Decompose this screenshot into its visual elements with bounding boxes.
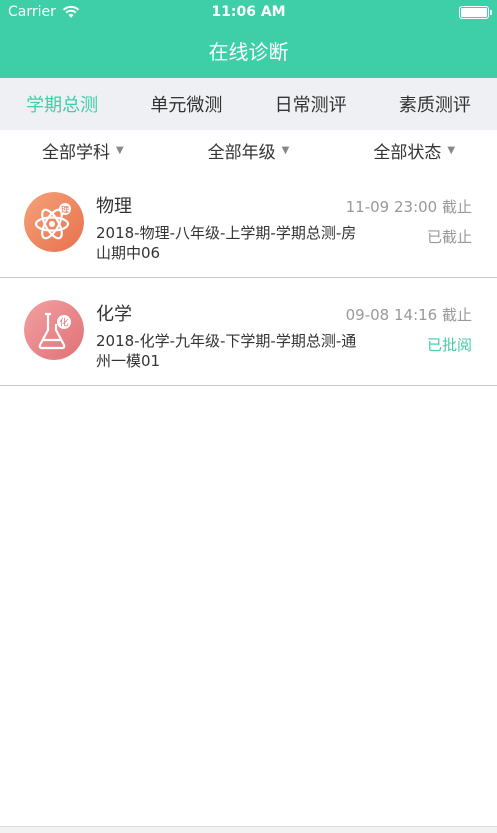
- flask-icon: 化: [24, 300, 84, 360]
- bottom-divider: [0, 826, 497, 833]
- filter-grade-label: 全部年级: [207, 142, 276, 163]
- item-name: 2018-化学-九年级-下学期-学期总测-通州一模01: [96, 332, 357, 370]
- list-item[interactable]: 理 物理 11-09 23:00 截止 2018-物理-八年级-上学期-学期总测…: [0, 170, 497, 278]
- svg-text:化: 化: [59, 317, 68, 329]
- battery-icon: [459, 6, 492, 19]
- list-item[interactable]: 化 化学 09-08 14:16 截止 2018-化学-九年级-下学期-学期总测…: [0, 278, 497, 386]
- filter-status-label: 全部状态: [373, 142, 442, 163]
- page-title: 在线诊断: [208, 40, 289, 64]
- item-name: 2018-物理-八年级-上学期-学期总测-房山期中06: [96, 224, 357, 262]
- item-subject: 化学: [96, 304, 132, 325]
- tab-unit-test[interactable]: 单元微测: [124, 78, 248, 130]
- item-deadline: 09-08 14:16 截止: [345, 306, 472, 324]
- svg-text:理: 理: [61, 206, 69, 215]
- filter-status[interactable]: 全部状态 ▼: [331, 130, 497, 170]
- category-tabs: 学期总测 单元微测 日常测评 素质测评: [0, 78, 497, 130]
- caret-down-icon: ▼: [115, 144, 124, 156]
- filter-subject-label: 全部学科: [41, 142, 110, 163]
- filter-subject[interactable]: 全部学科 ▼: [0, 130, 166, 170]
- status-time: 11:06 AM: [211, 4, 286, 20]
- caret-down-icon: ▼: [447, 144, 456, 156]
- app-header: Carrier 11:06 AM 在线诊断: [0, 0, 497, 78]
- tab-daily-test[interactable]: 日常测评: [249, 78, 373, 130]
- caret-down-icon: ▼: [281, 144, 290, 156]
- item-subject: 物理: [96, 196, 132, 217]
- tab-quality-test[interactable]: 素质测评: [373, 78, 497, 130]
- atom-icon: 理: [24, 192, 84, 252]
- test-list: 理 物理 11-09 23:00 截止 2018-物理-八年级-上学期-学期总测…: [0, 170, 497, 386]
- item-status: 已截止: [426, 228, 472, 246]
- item-status: 已批阅: [426, 336, 472, 354]
- tab-semester-test[interactable]: 学期总测: [0, 78, 124, 130]
- filter-bar: 全部学科 ▼ 全部年级 ▼ 全部状态 ▼: [0, 130, 497, 170]
- item-deadline: 11-09 23:00 截止: [345, 198, 472, 216]
- filter-grade[interactable]: 全部年级 ▼: [166, 130, 332, 170]
- status-bar: Carrier 11:06 AM: [0, 0, 497, 26]
